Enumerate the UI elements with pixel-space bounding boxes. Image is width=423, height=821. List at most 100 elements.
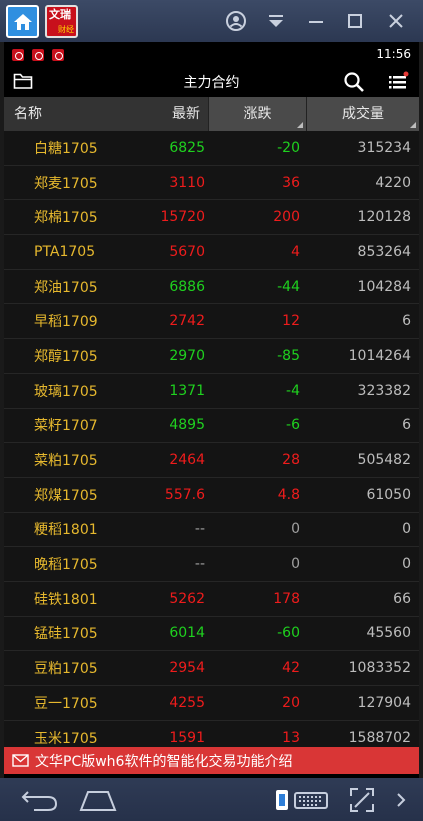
contract-name: 玉米1705 xyxy=(34,730,98,747)
last-price: 1371 xyxy=(169,382,205,399)
last-price: 2970 xyxy=(169,347,205,364)
table-row[interactable]: 郑棉1705 15720 200 120128 xyxy=(4,200,419,236)
last-price: 5670 xyxy=(169,243,205,260)
status-bar: 11:56 xyxy=(4,42,419,66)
last-price: 4255 xyxy=(169,694,205,711)
last-price: -- xyxy=(194,521,205,538)
table-row[interactable]: 郑油1705 6886 -44 104284 xyxy=(4,270,419,305)
chevron-right-icon[interactable] xyxy=(393,786,409,814)
price-change: -6 xyxy=(286,417,300,434)
price-change: 4.8 xyxy=(277,486,300,503)
volume: 6 xyxy=(402,313,411,330)
table-row[interactable]: 郑煤1705 557.6 4.8 61050 xyxy=(4,478,419,513)
app-bar: 主力合约 xyxy=(4,66,419,97)
contract-name: 白糖1705 xyxy=(34,140,98,157)
price-change: -85 xyxy=(277,347,300,364)
price-change: 0 xyxy=(291,556,300,573)
header-change-label: 涨跌 xyxy=(243,106,272,122)
volume: 1014264 xyxy=(348,347,411,364)
volume: 1588702 xyxy=(348,729,411,746)
table-row[interactable]: 玉米1705 1591 13 1588702 xyxy=(4,721,419,747)
table-row[interactable]: 硅铁1801 5262 178 66 xyxy=(4,582,419,617)
list-menu-icon[interactable] xyxy=(387,71,409,93)
table-row[interactable]: 豆一1705 4255 20 127904 xyxy=(4,686,419,721)
volume: 104284 xyxy=(357,278,411,295)
volume: 1083352 xyxy=(348,660,411,677)
volume: 127904 xyxy=(357,694,411,711)
sort-indicator-icon xyxy=(410,122,416,128)
app-tile-text-top: 文瑞 xyxy=(49,8,71,21)
price-change: 4 xyxy=(291,243,300,260)
table-row[interactable]: 早稻1709 2742 12 6 xyxy=(4,304,419,340)
contract-list[interactable]: 白糖1705 6825 -20 315234 郑麦1705 3110 36 4220 郑棉170… xyxy=(4,131,419,747)
contract-name: 粳稻1801 xyxy=(34,522,98,539)
table-row[interactable]: 晚稻1705 -- 0 0 xyxy=(4,547,419,582)
volume: 323382 xyxy=(357,382,411,399)
home-app-tile[interactable] xyxy=(6,5,39,38)
last-price: 6886 xyxy=(169,278,205,295)
table-row[interactable]: 粳稻1801 -- 0 0 xyxy=(4,513,419,548)
volume: 61050 xyxy=(366,486,411,503)
table-row[interactable]: 郑麦1705 3110 36 4220 xyxy=(4,166,419,201)
notification-icon xyxy=(52,49,64,61)
price-change: 178 xyxy=(273,590,300,607)
host-title-bar: 文瑞 财经 xyxy=(0,0,423,42)
volume: 315234 xyxy=(357,139,411,156)
header-price[interactable]: 最新 xyxy=(117,97,208,131)
price-change: -4 xyxy=(286,382,300,399)
last-price: 5262 xyxy=(169,590,205,607)
back-icon[interactable] xyxy=(20,786,60,814)
contract-name: 菜粕1705 xyxy=(34,453,98,470)
header-change[interactable]: 涨跌 xyxy=(208,97,306,131)
contract-name: 郑煤1705 xyxy=(34,487,98,504)
price-change: 12 xyxy=(282,313,300,330)
promo-banner[interactable]: 文华PC版wh6软件的智能化交易功能介绍 xyxy=(4,747,419,774)
close-icon[interactable] xyxy=(384,9,408,33)
volume: 0 xyxy=(402,521,411,538)
contract-name: 豆粕1705 xyxy=(34,661,98,678)
table-row[interactable]: 玻璃1705 1371 -4 323382 xyxy=(4,374,419,409)
fullscreen-icon[interactable] xyxy=(348,786,376,814)
header-volume-label: 成交量 xyxy=(342,106,384,122)
last-price: 1591 xyxy=(169,729,205,746)
table-row[interactable]: 白糖1705 6825 -20 315234 xyxy=(4,131,419,166)
price-change: 200 xyxy=(273,209,300,226)
home-nav-icon[interactable] xyxy=(78,786,118,814)
android-screen: 11:56 主力合约 名称 最新 涨跌 成交量 白糖1705 6825 -20 … xyxy=(4,42,419,778)
table-row[interactable]: 豆粕1705 2954 42 1083352 xyxy=(4,651,419,686)
volume: 120128 xyxy=(357,209,411,226)
volume: 6 xyxy=(402,417,411,434)
wenhua-app-tile[interactable]: 文瑞 财经 xyxy=(45,5,78,38)
contract-name: PTA1705 xyxy=(34,243,96,260)
volume: 4220 xyxy=(375,174,411,191)
header-name[interactable]: 名称 xyxy=(4,97,117,131)
maximize-icon[interactable] xyxy=(343,9,367,33)
contract-name: 郑麦1705 xyxy=(34,175,98,192)
user-circle-icon[interactable] xyxy=(224,9,248,33)
table-row[interactable]: 菜粕1705 2464 28 505482 xyxy=(4,443,419,478)
contract-name: 晚稻1705 xyxy=(34,557,98,574)
contract-name: 锰硅1705 xyxy=(34,626,98,643)
contract-name: 菜籽1707 xyxy=(34,418,98,435)
price-change: 0 xyxy=(291,521,300,538)
search-icon[interactable] xyxy=(343,71,365,93)
table-row[interactable]: 菜籽1707 4895 -6 6 xyxy=(4,409,419,444)
contract-name: 郑棉1705 xyxy=(34,210,98,227)
header-volume[interactable]: 成交量 xyxy=(306,97,419,131)
last-price: 6014 xyxy=(169,625,205,642)
volume: 0 xyxy=(402,556,411,573)
table-row[interactable]: 锰硅1705 6014 -60 45560 xyxy=(4,617,419,652)
last-price: 15720 xyxy=(160,209,205,226)
last-price: 4895 xyxy=(169,417,205,434)
minimize-icon[interactable] xyxy=(304,9,328,33)
contract-name: 早稻1709 xyxy=(34,314,98,331)
table-row[interactable]: PTA1705 5670 4 853264 xyxy=(4,235,419,270)
price-change: -44 xyxy=(277,278,300,295)
keyboard-icon[interactable] xyxy=(275,786,331,814)
table-row[interactable]: 郑醇1705 2970 -85 1014264 xyxy=(4,339,419,374)
contract-name: 硅铁1801 xyxy=(34,591,98,608)
table-header: 名称 最新 涨跌 成交量 xyxy=(4,97,419,131)
home-icon xyxy=(13,13,32,30)
download-icon[interactable] xyxy=(264,9,288,33)
last-price: 2954 xyxy=(169,660,205,677)
